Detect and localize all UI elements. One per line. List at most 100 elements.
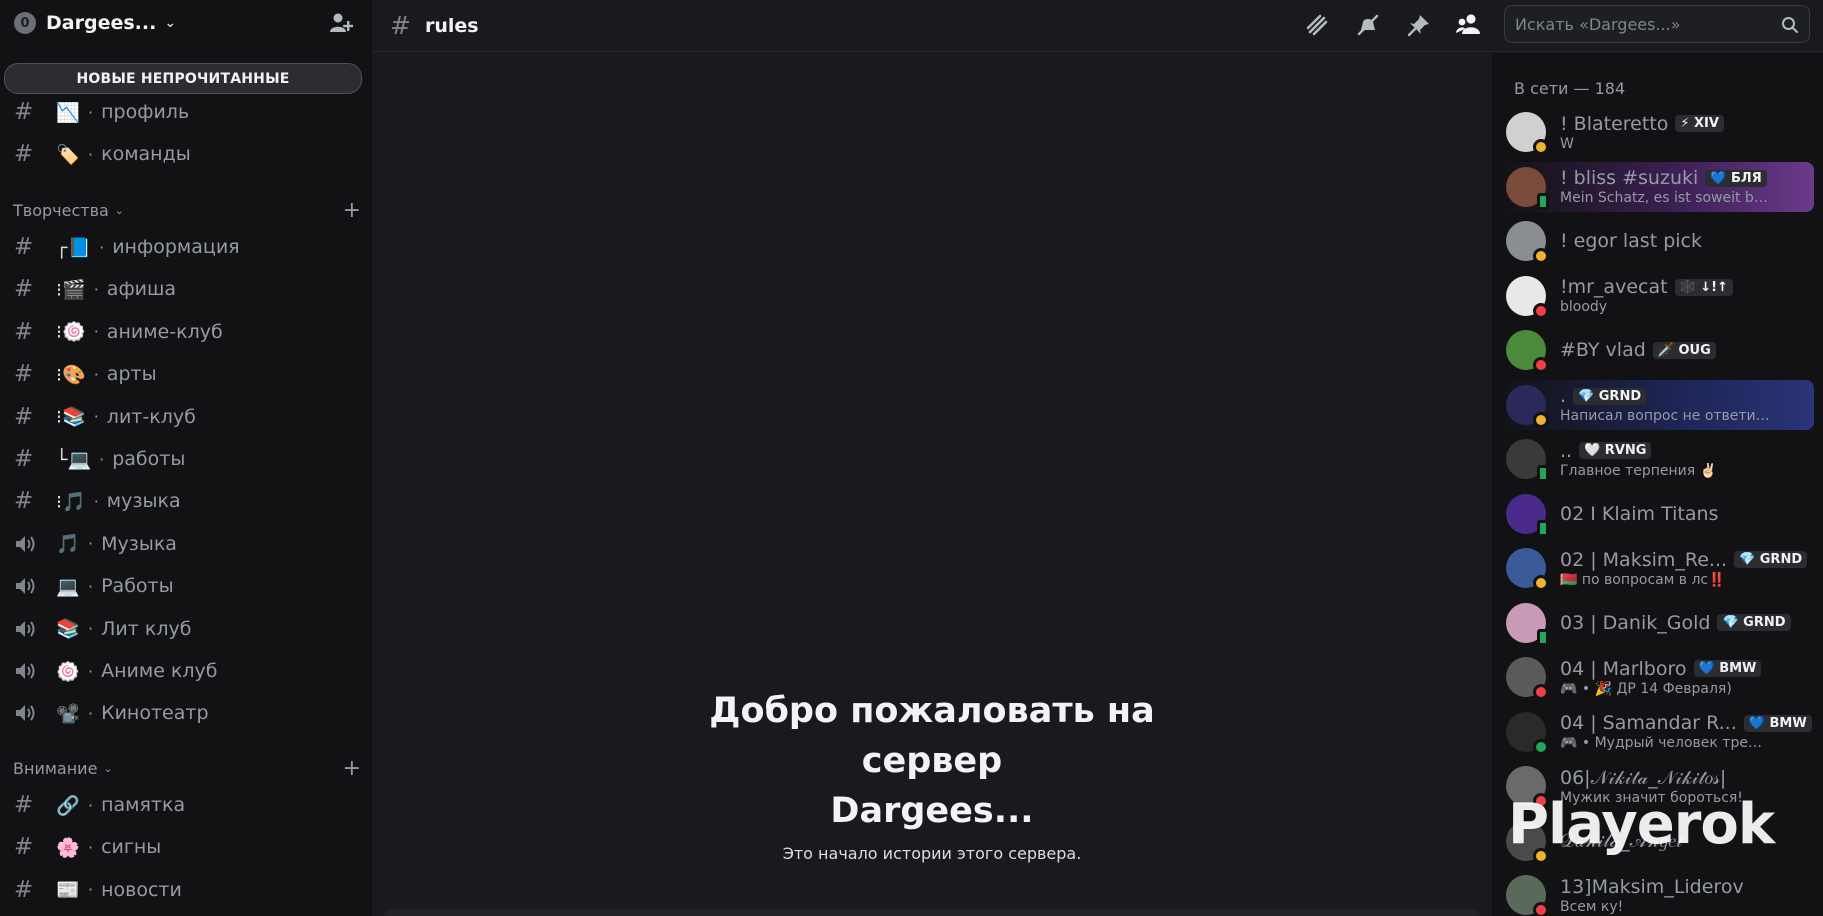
member-item[interactable]: !mr_avecat 🕸️ ↓!↑ bloody bbox=[1500, 271, 1814, 321]
member-item[interactable]: 02 | Maksim_Re... 💎 GRND 🇧🇾 по вопросам в … bbox=[1500, 543, 1814, 593]
avatar[interactable] bbox=[1506, 548, 1549, 591]
channel-separator: · bbox=[88, 795, 94, 815]
mute-icon[interactable] bbox=[1353, 10, 1383, 40]
member-name-row: 04 | Samandar R... 💙 BMW bbox=[1560, 712, 1812, 734]
avatar[interactable] bbox=[1506, 275, 1549, 319]
member-name-row: 13]Maksim_Liderov bbox=[1560, 876, 1744, 898]
threads-icon[interactable] bbox=[1302, 10, 1332, 40]
avatar[interactable] bbox=[1506, 166, 1549, 210]
channel-item[interactable]: # ⁝🎬 · афиша bbox=[8, 270, 360, 308]
channel-emoji: ┌📘 bbox=[56, 236, 92, 259]
channel-emoji: 💻 bbox=[56, 575, 80, 598]
clan-tag-badge: 💙 BMW bbox=[1743, 714, 1812, 732]
channel-emoji: ⁝📚 bbox=[56, 406, 86, 429]
avatar[interactable] bbox=[1506, 439, 1549, 482]
channel-emoji: └💻 bbox=[56, 448, 92, 471]
channel-item[interactable]: # └💻 · работы bbox=[8, 440, 360, 478]
clan-tag-badge: ⚡ XIV bbox=[1675, 115, 1724, 132]
channel-hash-icon: # bbox=[14, 403, 34, 430]
avatar[interactable] bbox=[1506, 493, 1549, 537]
member-item[interactable]: 13]Maksim_Liderov Всем ку! bbox=[1500, 870, 1814, 916]
status-online-icon bbox=[1533, 738, 1549, 755]
new-unread-banner[interactable]: НОВЫЕ НЕПРОЧИТАННЫЕ bbox=[4, 63, 362, 94]
avatar[interactable] bbox=[1506, 384, 1549, 428]
member-item[interactable]: 02 I Klaim Titans bbox=[1500, 489, 1814, 539]
member-name: .. bbox=[1560, 439, 1573, 462]
status-dnd-icon bbox=[1533, 684, 1549, 700]
avatar[interactable] bbox=[1506, 657, 1549, 700]
speaker-icon bbox=[14, 533, 40, 555]
member-item[interactable]: #BY vlad 🗡️ OUG bbox=[1500, 325, 1814, 375]
avatar[interactable] bbox=[1506, 711, 1549, 755]
channel-separator: · bbox=[99, 449, 105, 469]
channel-item[interactable]: 📽️ · Кинотеатр bbox=[8, 694, 360, 732]
member-item[interactable]: ! Blateretto ⚡ XIV W bbox=[1500, 107, 1814, 157]
channel-separator: · bbox=[88, 102, 94, 122]
channel-separator: · bbox=[88, 619, 94, 639]
member-name: . bbox=[1560, 385, 1567, 407]
channel-item[interactable]: 🍥 · Аниме клуб bbox=[8, 652, 360, 690]
channel-item[interactable]: 📚 · Лит клуб bbox=[8, 610, 360, 648]
clan-tag-badge: 💙 БЛЯ bbox=[1705, 169, 1767, 187]
member-item[interactable]: 03 | Danik_Gold 💎 GRND bbox=[1500, 598, 1814, 648]
member-status-text: Написал вопрос не ответил зна bbox=[1560, 408, 1770, 424]
chevron-down-icon: ⌄ bbox=[103, 761, 113, 775]
channel-label: памятка bbox=[101, 794, 186, 816]
channel-item[interactable]: # 🏷️ · команды bbox=[8, 135, 360, 173]
member-item[interactable]: ! bliss #suzuki 💙 БЛЯ Mein Schatz, es ist … bbox=[1500, 161, 1814, 212]
member-text: !mr_avecat 🕸️ ↓!↑ bloody bbox=[1560, 276, 1733, 315]
clan-tag-badge: 🗡️ OUG bbox=[1652, 341, 1716, 359]
member-item[interactable]: 04 | Samandar R... 💙 BMW 🎮 • Мудрый челове… bbox=[1500, 707, 1814, 757]
invite-user-icon[interactable] bbox=[328, 10, 354, 36]
channel-item[interactable]: # 📉 · профиль bbox=[8, 93, 360, 131]
channel-item[interactable]: # ⁝🎨 · арты bbox=[8, 355, 360, 393]
channel-hash-icon: # bbox=[14, 318, 34, 345]
channel-hash-icon: # bbox=[14, 834, 34, 861]
channel-separator: · bbox=[88, 837, 94, 857]
message-composer[interactable] bbox=[384, 909, 1480, 916]
channel-item[interactable]: # 🌸 · сигны bbox=[8, 828, 360, 866]
avatar[interactable] bbox=[1506, 112, 1549, 155]
member-list-icon[interactable] bbox=[1454, 10, 1484, 40]
message-area: Добро пожаловать на сервер Dargees... Эт… bbox=[372, 53, 1492, 916]
speaker-icon bbox=[14, 660, 40, 682]
avatar[interactable] bbox=[1506, 875, 1549, 916]
search-input[interactable]: Искать «Dargees...» bbox=[1504, 5, 1810, 43]
channel-item[interactable]: # 📰 · новости bbox=[8, 871, 360, 909]
channel-emoji: 📰 bbox=[56, 879, 80, 902]
channel-separator: · bbox=[88, 661, 94, 681]
add-channel-icon[interactable]: + bbox=[343, 198, 361, 223]
member-name-row: 03 | Danik_Gold 💎 GRND bbox=[1560, 612, 1791, 634]
category-header[interactable]: Творчества ⌄ + bbox=[13, 198, 361, 223]
avatar[interactable] bbox=[1506, 221, 1549, 264]
channel-hash-icon: # bbox=[14, 361, 34, 388]
member-item[interactable]: . 💎 GRND Написал вопрос не ответил зна bbox=[1500, 379, 1814, 430]
channel-item[interactable]: 💻 · Работы bbox=[8, 567, 360, 605]
avatar[interactable] bbox=[1506, 602, 1549, 646]
member-item[interactable]: 04 | Marlboro 💙 BMW 🎮 • 🎉 ДР 14 Февраля) bbox=[1500, 652, 1814, 702]
pin-icon[interactable] bbox=[1404, 10, 1434, 40]
channel-separator: · bbox=[88, 144, 94, 164]
search-icon[interactable] bbox=[1781, 16, 1799, 38]
add-channel-icon[interactable]: + bbox=[343, 756, 361, 781]
channel-item[interactable]: # 🔗 · памятка bbox=[8, 786, 360, 824]
status-dnd-icon bbox=[1533, 302, 1549, 319]
member-item[interactable]: .. 🤍 RVNG Главное терпения ✌🏻 bbox=[1500, 434, 1814, 484]
channel-item[interactable]: 🎵 · Музыка bbox=[8, 525, 360, 563]
server-header[interactable]: 0 Dargees... ⌄ bbox=[0, 0, 372, 46]
channel-item[interactable]: # ⁝📚 · лит-клуб bbox=[8, 398, 360, 436]
avatar[interactable] bbox=[1506, 330, 1549, 373]
channel-item[interactable]: # ┌📘 · информация bbox=[8, 228, 360, 266]
member-name-row: #BY vlad 🗡️ OUG bbox=[1560, 339, 1716, 361]
member-text: . 💎 GRND Написал вопрос не ответил зна bbox=[1560, 385, 1770, 424]
status-mobile-icon bbox=[1537, 519, 1549, 537]
channel-label: Работы bbox=[101, 575, 174, 598]
channel-item[interactable]: # ⁝🎵 · музыка bbox=[8, 482, 360, 520]
channel-item[interactable]: # ⁝🍥 · аниме-клуб bbox=[8, 313, 360, 351]
channel-hash-icon: # bbox=[390, 11, 411, 40]
member-status-text: Mein Schatz, es ist soweit by Bli bbox=[1560, 190, 1770, 206]
category-header[interactable]: Внимание ⌄ + bbox=[13, 756, 361, 781]
channel-label: работы bbox=[112, 448, 186, 470]
member-name: ! Blateretto bbox=[1560, 112, 1669, 135]
member-item[interactable]: ! egor last pick bbox=[1500, 216, 1814, 266]
